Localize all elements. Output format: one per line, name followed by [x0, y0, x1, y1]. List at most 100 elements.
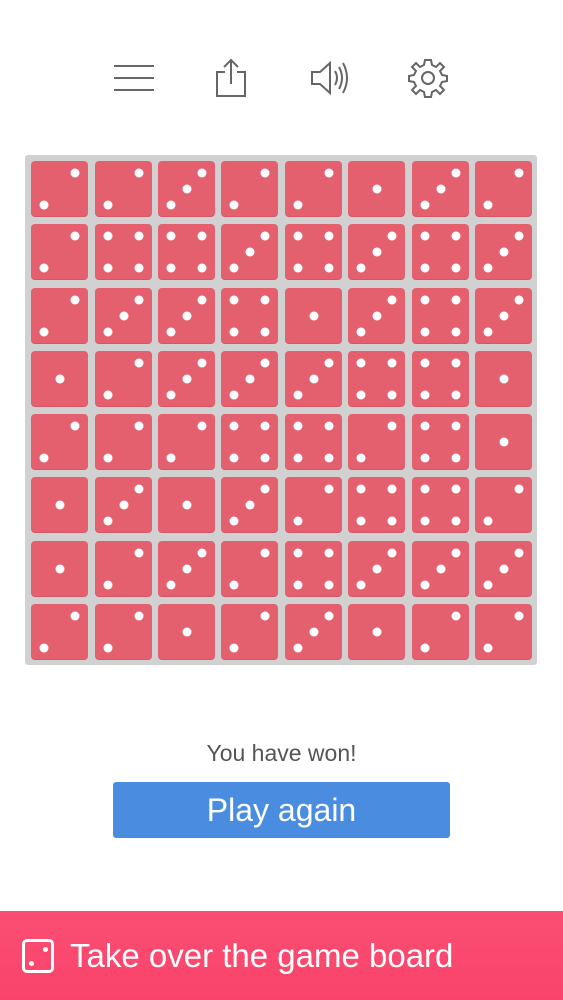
die[interactable]: [95, 224, 152, 280]
die[interactable]: [412, 604, 469, 660]
play-again-button[interactable]: Play again: [113, 782, 450, 838]
die-pip: [182, 564, 191, 574]
die[interactable]: [95, 351, 152, 407]
die[interactable]: [412, 288, 469, 344]
die[interactable]: [475, 224, 532, 280]
die[interactable]: [285, 414, 342, 470]
die[interactable]: [158, 351, 215, 407]
die[interactable]: [221, 351, 278, 407]
die-pip: [166, 453, 176, 463]
die[interactable]: [31, 161, 88, 217]
die[interactable]: [475, 351, 532, 407]
die[interactable]: [348, 604, 405, 660]
die[interactable]: [31, 604, 88, 660]
die-pip: [387, 390, 397, 400]
die[interactable]: [412, 477, 469, 533]
die[interactable]: [95, 161, 152, 217]
die[interactable]: [95, 604, 152, 660]
die[interactable]: [348, 541, 405, 597]
die[interactable]: [31, 351, 88, 407]
die[interactable]: [221, 161, 278, 217]
die[interactable]: [31, 414, 88, 470]
die-pip: [229, 453, 239, 463]
die-pip: [260, 231, 270, 241]
die-pip: [293, 643, 303, 653]
die[interactable]: [412, 414, 469, 470]
die[interactable]: [475, 604, 532, 660]
settings-button[interactable]: [398, 48, 458, 108]
die[interactable]: [221, 414, 278, 470]
menu-button[interactable]: [104, 48, 164, 108]
die[interactable]: [31, 288, 88, 344]
die[interactable]: [158, 541, 215, 597]
die[interactable]: [348, 161, 405, 217]
die[interactable]: [221, 288, 278, 344]
die-pip: [324, 484, 334, 494]
die-pip: [451, 516, 461, 526]
die[interactable]: [158, 224, 215, 280]
die[interactable]: [348, 288, 405, 344]
die-pip: [70, 231, 80, 241]
die[interactable]: [221, 224, 278, 280]
sound-button[interactable]: [300, 48, 360, 108]
die[interactable]: [31, 224, 88, 280]
sound-icon: [311, 60, 348, 96]
die[interactable]: [285, 224, 342, 280]
die[interactable]: [285, 477, 342, 533]
die[interactable]: [348, 224, 405, 280]
die[interactable]: [285, 161, 342, 217]
die[interactable]: [285, 288, 342, 344]
die-pip: [119, 311, 128, 321]
die[interactable]: [158, 477, 215, 533]
die[interactable]: [95, 288, 152, 344]
take-over-banner[interactable]: Take over the game board: [0, 911, 563, 1000]
die[interactable]: [475, 161, 532, 217]
die[interactable]: [221, 541, 278, 597]
die[interactable]: [158, 288, 215, 344]
share-button[interactable]: [201, 48, 261, 108]
die-pip: [387, 295, 397, 305]
die[interactable]: [475, 477, 532, 533]
die[interactable]: [348, 351, 405, 407]
die-pip: [103, 580, 113, 590]
die[interactable]: [95, 477, 152, 533]
die[interactable]: [412, 541, 469, 597]
die-pip: [134, 358, 144, 368]
die[interactable]: [221, 604, 278, 660]
die-pip: [293, 200, 303, 210]
die[interactable]: [158, 161, 215, 217]
die[interactable]: [158, 604, 215, 660]
die[interactable]: [285, 541, 342, 597]
die[interactable]: [31, 477, 88, 533]
die[interactable]: [221, 477, 278, 533]
die-pip: [356, 327, 366, 337]
die[interactable]: [412, 161, 469, 217]
die[interactable]: [475, 541, 532, 597]
die[interactable]: [475, 288, 532, 344]
die-pip: [55, 564, 64, 574]
die-pip: [293, 390, 303, 400]
die[interactable]: [285, 604, 342, 660]
die[interactable]: [95, 541, 152, 597]
die[interactable]: [348, 414, 405, 470]
die-pip: [229, 200, 239, 210]
die[interactable]: [158, 414, 215, 470]
die[interactable]: [348, 477, 405, 533]
die[interactable]: [285, 351, 342, 407]
die-pip: [229, 580, 239, 590]
die[interactable]: [95, 414, 152, 470]
die[interactable]: [475, 414, 532, 470]
die-pip: [483, 643, 493, 653]
die[interactable]: [31, 541, 88, 597]
die-pip: [420, 390, 430, 400]
die-pip: [420, 453, 430, 463]
die-pip: [103, 263, 113, 273]
die-pip: [197, 263, 207, 273]
die-pip: [197, 548, 207, 558]
die-pip: [55, 500, 64, 510]
die[interactable]: [412, 224, 469, 280]
die-pip: [39, 200, 49, 210]
toolbar: [0, 48, 563, 108]
die-pip: [70, 168, 80, 178]
die[interactable]: [412, 351, 469, 407]
